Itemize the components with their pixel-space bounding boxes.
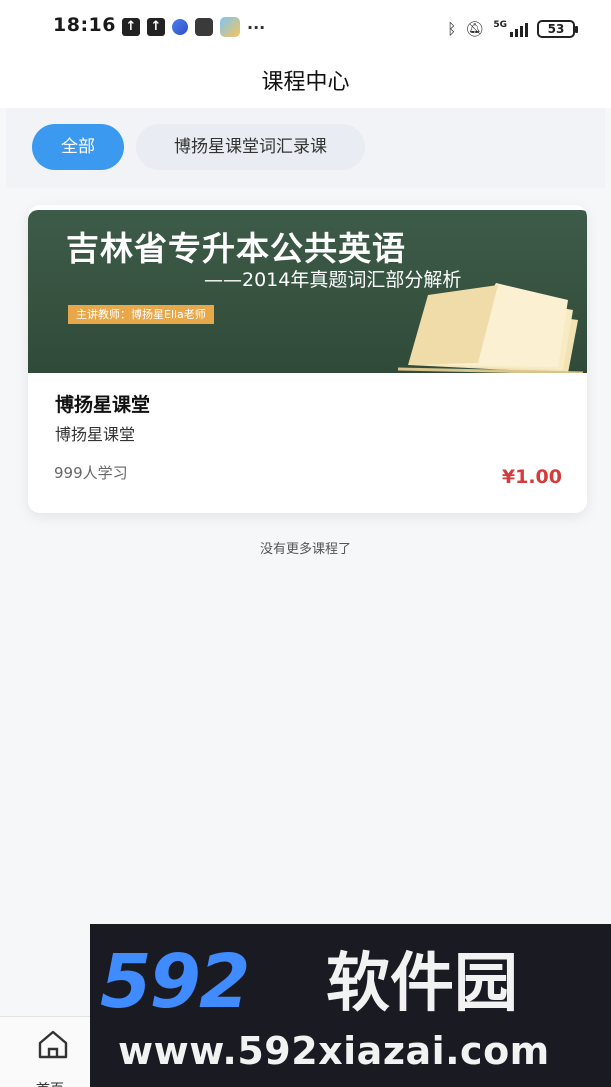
app-icon (172, 19, 188, 35)
banner-title: 吉林省专升本公共英语 (66, 229, 406, 268)
course-name: 博扬星课堂 (55, 394, 151, 416)
nav-home-label: 首页 (36, 1079, 64, 1087)
network-type: 5G (493, 20, 507, 30)
home-icon (38, 1030, 68, 1059)
tab-all[interactable]: 全部 (32, 124, 124, 170)
bluetooth-icon: ᛒ (447, 20, 457, 38)
notification-icon (195, 18, 213, 36)
nav-home[interactable]: 首页 (18, 1025, 88, 1087)
course-card[interactable]: 吉林省专升本公共英语 ——2014年真题词汇部分解析 主讲教师：博扬星Ella老… (28, 205, 587, 513)
status-left-icons: ↑ ↑ ··· (122, 17, 265, 37)
banner-teacher-tag: 主讲教师：博扬星Ella老师 (68, 305, 214, 324)
tab-vocabulary-course[interactable]: 博扬星课堂词汇录课 (136, 124, 365, 170)
weather-icon (220, 17, 240, 37)
watermark-logo-number: 592 (100, 939, 250, 1025)
watermark-logo-text: 软件园 (326, 947, 518, 1021)
course-price: ¥1.00 (501, 466, 562, 488)
watermark-url: www.592xiazai.com (118, 1029, 550, 1073)
category-tabs: 全部 博扬星课堂词汇录课 (6, 108, 605, 188)
signal-icon: 5G (493, 21, 528, 37)
upload-icon: ↑ (122, 18, 140, 36)
battery-icon: 53 (537, 20, 578, 38)
open-book-icon (397, 283, 584, 373)
course-banner: 吉林省专升本公共英语 ——2014年真题词汇部分解析 主讲教师：博扬星Ella老… (28, 210, 587, 373)
status-bar: 18:16 ↑ ↑ ··· ᛒ 🔕︎ 5G 53 (0, 0, 611, 52)
more-notifications: ··· (247, 17, 266, 37)
page-header: 课程中心 (0, 52, 611, 108)
list-end-text: 没有更多课程了 (259, 542, 351, 557)
upload-icon: ↑ (147, 18, 165, 36)
watermark-overlay: 592 软件园 www.592xiazai.com (90, 924, 611, 1087)
mute-icon: 🔕︎ (465, 20, 485, 38)
learner-count: 999人学习 (54, 464, 128, 482)
course-provider: 博扬星课堂 (55, 425, 136, 444)
status-right-icons: ᛒ 🔕︎ 5G 53 (447, 20, 578, 38)
page-title: 课程中心 (261, 70, 350, 95)
status-time: 18:16 (53, 14, 116, 36)
